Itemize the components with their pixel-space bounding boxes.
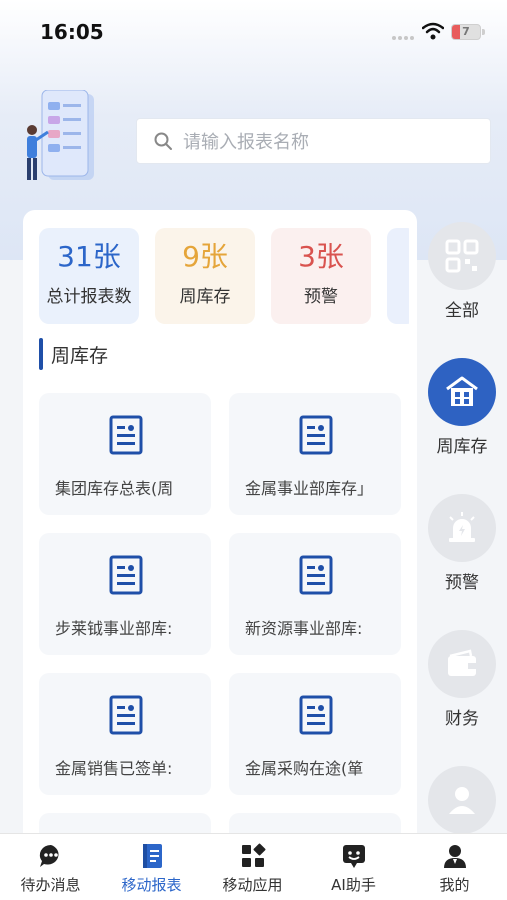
stat-total-reports[interactable]: 31张 总计报表数 bbox=[39, 228, 139, 324]
category-icon-circle bbox=[428, 222, 496, 290]
tab-label: 移动应用 bbox=[222, 876, 283, 894]
search-input[interactable]: 请输入报表名称 bbox=[136, 118, 491, 164]
category-warning[interactable]: 预警 bbox=[420, 482, 507, 593]
category-personal[interactable] bbox=[420, 754, 507, 835]
report-document-icon bbox=[299, 555, 333, 595]
report-document-icon bbox=[299, 415, 333, 455]
tab-todo-messages[interactable]: 待办消息 bbox=[0, 834, 101, 900]
report-name: 步莱钺事业部库: bbox=[55, 619, 173, 638]
tab-label: 移动报表 bbox=[121, 876, 182, 894]
report-card[interactable]: 步莱钺事业部库: bbox=[39, 533, 211, 655]
tab-mobile-apps[interactable]: 移动应用 bbox=[202, 834, 303, 900]
battery-level: 7 bbox=[462, 25, 470, 38]
wifi-icon bbox=[422, 22, 444, 40]
wallet-icon bbox=[448, 649, 476, 676]
category-label: 预警 bbox=[445, 573, 479, 593]
stat-value: 31张 bbox=[57, 240, 121, 273]
category-icon-circle bbox=[428, 630, 496, 698]
category-icon-circle bbox=[428, 766, 496, 834]
category-label: 全部 bbox=[445, 301, 479, 321]
category-weekly-inventory[interactable]: 周库存 bbox=[420, 346, 507, 457]
tab-label: AI助手 bbox=[331, 876, 376, 894]
profile-icon bbox=[444, 845, 466, 868]
tab-label: 我的 bbox=[439, 876, 470, 894]
status-time: 16:05 bbox=[40, 20, 104, 44]
stat-value: 3张 bbox=[298, 240, 344, 273]
stat-value: 9张 bbox=[182, 240, 228, 273]
signal-dots-icon bbox=[392, 36, 416, 40]
stat-label: 预警 bbox=[304, 287, 338, 307]
category-icon-circle bbox=[428, 358, 496, 426]
report-name: 新资源事业部库: bbox=[245, 619, 363, 638]
report-card[interactable]: 金属销售已签单: bbox=[39, 673, 211, 795]
tab-mobile-reports[interactable]: 移动报表 bbox=[101, 834, 202, 900]
status-bar: 16:05 7 bbox=[0, 0, 507, 66]
category-label: 周库存 bbox=[436, 437, 488, 457]
section-header: 周库存 bbox=[39, 338, 108, 370]
report-name: 金属销售已签单: bbox=[55, 759, 173, 778]
alarm-icon bbox=[449, 512, 475, 542]
battery-icon: 7 bbox=[451, 24, 481, 40]
report-panel: 31张 总计报表数 9张 周库存 3张 预警 周库存 集团库存总表(周 金属事业… bbox=[23, 210, 417, 873]
report-document-icon bbox=[109, 415, 143, 455]
person-icon bbox=[449, 787, 475, 814]
stat-weekly-inventory[interactable]: 9张 周库存 bbox=[155, 228, 255, 324]
report-name: 金属采购在途(箪 bbox=[245, 759, 364, 778]
chat-icon bbox=[39, 844, 59, 867]
section-title: 周库存 bbox=[51, 344, 109, 367]
report-name: 集团库存总表(周 bbox=[55, 479, 174, 498]
report-document-icon bbox=[299, 695, 333, 735]
category-icon-circle bbox=[428, 494, 496, 562]
report-document-icon bbox=[109, 695, 143, 735]
section-accent-bar bbox=[39, 338, 43, 370]
report-book-icon bbox=[143, 844, 162, 868]
category-label: 财务 bbox=[445, 709, 479, 729]
stat-more-partial[interactable] bbox=[387, 228, 409, 324]
search-icon bbox=[154, 132, 172, 150]
tab-ai-assistant[interactable]: AI助手 bbox=[303, 834, 404, 900]
tab-label: 待办消息 bbox=[20, 876, 81, 894]
warehouse-icon bbox=[446, 376, 478, 406]
stats-row: 31张 总计报表数 9张 周库存 3张 预警 bbox=[39, 228, 409, 324]
grid-icon bbox=[445, 239, 479, 273]
apps-icon bbox=[242, 843, 266, 867]
report-document-icon bbox=[109, 555, 143, 595]
report-card[interactable]: 金属事业部库存」 bbox=[229, 393, 401, 515]
stat-warning[interactable]: 3张 预警 bbox=[271, 228, 371, 324]
category-sidebar: 全部 周库存 预警 财务 bbox=[420, 210, 507, 835]
report-card[interactable]: 集团库存总表(周 bbox=[39, 393, 211, 515]
category-all[interactable]: 全部 bbox=[420, 210, 507, 321]
bottom-tab-bar: 待办消息 移动报表 移动应用 AI助手 我的 bbox=[0, 833, 507, 900]
tab-profile[interactable]: 我的 bbox=[404, 834, 505, 900]
report-illustration-icon bbox=[27, 90, 94, 180]
stat-label: 周库存 bbox=[179, 287, 231, 307]
battery-tip bbox=[482, 29, 485, 35]
report-card[interactable]: 金属采购在途(箪 bbox=[229, 673, 401, 795]
category-finance[interactable]: 财务 bbox=[420, 618, 507, 729]
stat-label: 总计报表数 bbox=[46, 287, 132, 307]
search-placeholder: 请输入报表名称 bbox=[183, 132, 309, 153]
report-name: 金属事业部库存」 bbox=[245, 479, 374, 498]
report-card[interactable]: 新资源事业部库: bbox=[229, 533, 401, 655]
ai-assistant-icon bbox=[343, 845, 365, 868]
